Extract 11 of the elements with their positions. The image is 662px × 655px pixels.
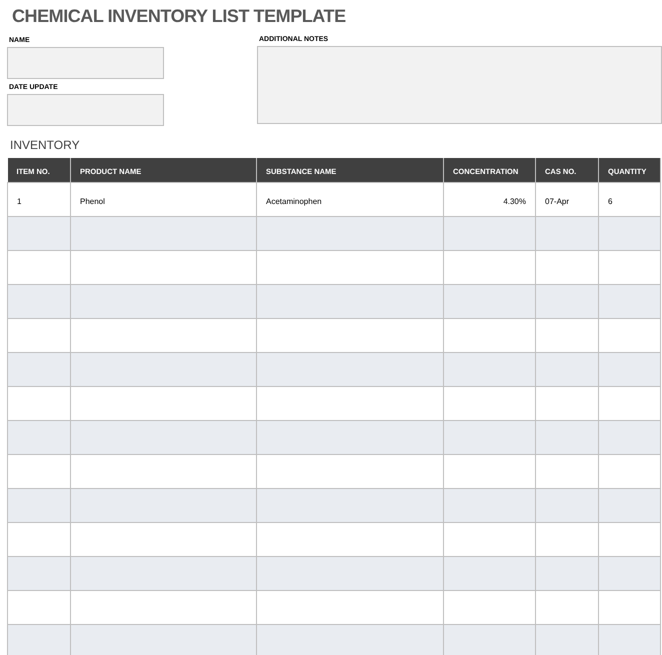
table-cell: 4.30% [503, 196, 526, 206]
page-title: CHEMICAL INVENTORY LIST TEMPLATE [12, 5, 346, 28]
table-cell: 1 [17, 196, 22, 206]
table-cell: 07-Apr [545, 196, 570, 206]
section-heading: INVENTORY [10, 137, 80, 153]
input-field[interactable] [7, 47, 164, 79]
table-cell: 6 [608, 196, 612, 206]
table-cell: Phenol [80, 196, 105, 206]
table-cell: Acetaminophen [266, 196, 322, 206]
input-field[interactable] [7, 94, 164, 126]
notes-field[interactable] [257, 46, 662, 124]
